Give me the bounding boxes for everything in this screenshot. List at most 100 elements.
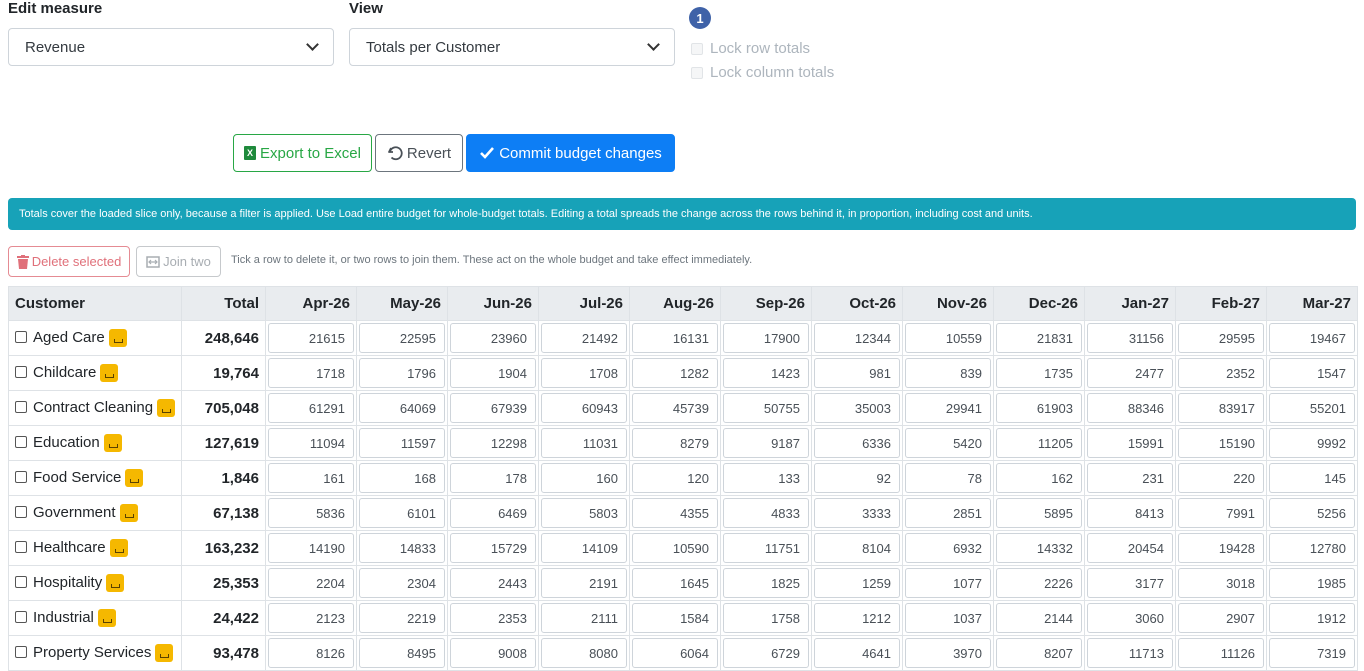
row-select-checkbox[interactable] — [15, 575, 27, 588]
month-value-input[interactable]: 1645 — [632, 568, 718, 598]
month-value-input[interactable]: 3060 — [1087, 603, 1173, 633]
month-value-input[interactable]: 2204 — [268, 568, 354, 598]
month-value-input[interactable]: 2226 — [996, 568, 1082, 598]
rename-icon[interactable] — [103, 434, 122, 453]
month-value-input[interactable]: 15729 — [450, 533, 536, 563]
month-value-input[interactable]: 2443 — [450, 568, 536, 598]
month-value-input[interactable]: 19428 — [1178, 533, 1264, 563]
month-value-input[interactable]: 3018 — [1178, 568, 1264, 598]
month-value-input[interactable]: 839 — [905, 358, 991, 388]
row-select-checkbox[interactable] — [15, 330, 27, 343]
month-value-input[interactable]: 11597 — [359, 428, 445, 458]
month-value-input[interactable]: 1735 — [996, 358, 1082, 388]
month-value-input[interactable]: 64069 — [359, 393, 445, 423]
row-select-checkbox[interactable] — [15, 400, 27, 413]
month-value-input[interactable]: 11713 — [1087, 638, 1173, 668]
month-value-input[interactable]: 5256 — [1269, 498, 1355, 528]
month-value-input[interactable]: 11031 — [541, 428, 627, 458]
join-two-button[interactable]: Join two — [136, 246, 221, 277]
month-value-input[interactable]: 5895 — [996, 498, 1082, 528]
month-value-input[interactable]: 14109 — [541, 533, 627, 563]
month-value-input[interactable]: 7319 — [1269, 638, 1355, 668]
rename-icon[interactable] — [157, 399, 176, 418]
month-value-input[interactable]: 31156 — [1087, 323, 1173, 353]
month-value-input[interactable]: 981 — [814, 358, 900, 388]
month-value-input[interactable]: 14190 — [268, 533, 354, 563]
row-select-checkbox[interactable] — [15, 645, 27, 658]
month-value-input[interactable]: 8080 — [541, 638, 627, 668]
month-value-input[interactable]: 1758 — [723, 603, 809, 633]
row-select-checkbox[interactable] — [15, 435, 27, 448]
month-value-input[interactable]: 161 — [268, 463, 354, 493]
row-select-checkbox[interactable] — [15, 470, 27, 483]
month-value-input[interactable]: 7991 — [1178, 498, 1264, 528]
month-value-input[interactable]: 8126 — [268, 638, 354, 668]
month-value-input[interactable]: 1259 — [814, 568, 900, 598]
rename-icon[interactable] — [97, 609, 116, 628]
month-value-input[interactable]: 168 — [359, 463, 445, 493]
month-value-input[interactable]: 145 — [1269, 463, 1355, 493]
month-value-input[interactable]: 50755 — [723, 393, 809, 423]
month-value-input[interactable]: 8104 — [814, 533, 900, 563]
month-value-input[interactable]: 6469 — [450, 498, 536, 528]
month-value-input[interactable]: 1547 — [1269, 358, 1355, 388]
month-value-input[interactable]: 220 — [1178, 463, 1264, 493]
month-value-input[interactable]: 15991 — [1087, 428, 1173, 458]
month-value-input[interactable]: 1904 — [450, 358, 536, 388]
month-value-input[interactable]: 78 — [905, 463, 991, 493]
month-value-input[interactable]: 55201 — [1269, 393, 1355, 423]
month-value-input[interactable]: 1796 — [359, 358, 445, 388]
month-value-input[interactable]: 10590 — [632, 533, 718, 563]
rename-icon[interactable] — [119, 504, 138, 523]
month-value-input[interactable]: 21615 — [268, 323, 354, 353]
row-select-checkbox[interactable] — [15, 365, 27, 378]
rename-icon[interactable] — [155, 644, 174, 663]
month-value-input[interactable]: 10559 — [905, 323, 991, 353]
month-value-input[interactable]: 133 — [723, 463, 809, 493]
month-value-input[interactable]: 12344 — [814, 323, 900, 353]
month-value-input[interactable]: 2111 — [541, 603, 627, 633]
row-select-checkbox[interactable] — [15, 505, 27, 518]
month-value-input[interactable]: 2123 — [268, 603, 354, 633]
row-select-checkbox[interactable] — [15, 610, 27, 623]
month-value-input[interactable]: 120 — [632, 463, 718, 493]
month-value-input[interactable]: 60943 — [541, 393, 627, 423]
month-value-input[interactable]: 1037 — [905, 603, 991, 633]
month-value-input[interactable]: 16131 — [632, 323, 718, 353]
month-value-input[interactable]: 8495 — [359, 638, 445, 668]
month-value-input[interactable]: 11205 — [996, 428, 1082, 458]
month-value-input[interactable]: 35003 — [814, 393, 900, 423]
month-value-input[interactable]: 8207 — [996, 638, 1082, 668]
month-value-input[interactable]: 2477 — [1087, 358, 1173, 388]
month-value-input[interactable]: 6729 — [723, 638, 809, 668]
month-value-input[interactable]: 1077 — [905, 568, 991, 598]
month-value-input[interactable]: 2219 — [359, 603, 445, 633]
rename-icon[interactable] — [100, 364, 119, 383]
month-value-input[interactable]: 15190 — [1178, 428, 1264, 458]
month-value-input[interactable]: 29595 — [1178, 323, 1264, 353]
month-value-input[interactable]: 1212 — [814, 603, 900, 633]
view-select[interactable]: Totals per Customer — [349, 28, 675, 66]
month-value-input[interactable]: 4355 — [632, 498, 718, 528]
export-excel-button[interactable]: X Export to Excel — [233, 134, 372, 172]
month-value-input[interactable]: 11751 — [723, 533, 809, 563]
month-value-input[interactable]: 14833 — [359, 533, 445, 563]
month-value-input[interactable]: 1282 — [632, 358, 718, 388]
rename-icon[interactable] — [125, 469, 144, 488]
month-value-input[interactable]: 4641 — [814, 638, 900, 668]
month-value-input[interactable]: 22595 — [359, 323, 445, 353]
month-value-input[interactable]: 3177 — [1087, 568, 1173, 598]
commit-budget-button[interactable]: Commit budget changes — [466, 134, 675, 172]
month-value-input[interactable]: 1985 — [1269, 568, 1355, 598]
month-value-input[interactable]: 178 — [450, 463, 536, 493]
month-value-input[interactable]: 6336 — [814, 428, 900, 458]
month-value-input[interactable]: 2851 — [905, 498, 991, 528]
month-value-input[interactable]: 8413 — [1087, 498, 1173, 528]
month-value-input[interactable]: 67939 — [450, 393, 536, 423]
month-value-input[interactable]: 2907 — [1178, 603, 1264, 633]
month-value-input[interactable]: 160 — [541, 463, 627, 493]
month-value-input[interactable]: 9992 — [1269, 428, 1355, 458]
month-value-input[interactable]: 12780 — [1269, 533, 1355, 563]
month-value-input[interactable]: 61903 — [996, 393, 1082, 423]
rename-icon[interactable] — [109, 539, 128, 558]
